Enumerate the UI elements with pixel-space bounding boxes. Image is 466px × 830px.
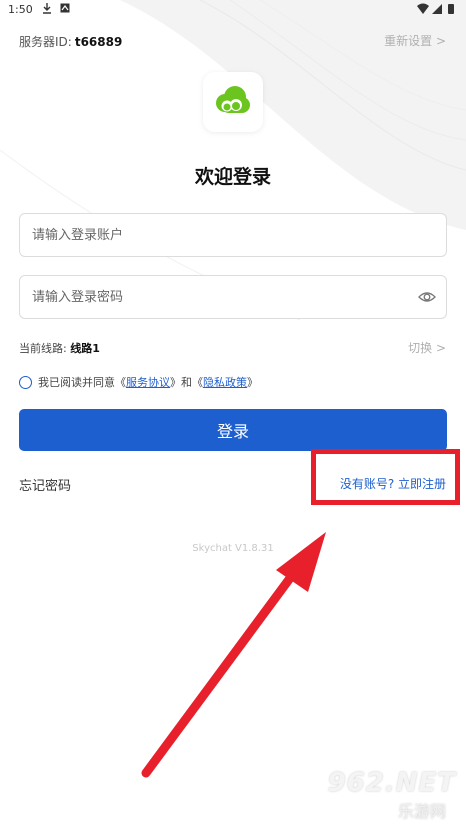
- agree-prefix: 我已阅读并同意《: [38, 376, 126, 389]
- agreement-row: 我已阅读并同意《 服务协议 》和《 隐私政策》: [19, 374, 258, 390]
- password-field[interactable]: [19, 275, 447, 319]
- account-field[interactable]: [19, 213, 447, 257]
- current-line-row: 当前线路: 线路1: [19, 340, 100, 356]
- password-input[interactable]: [20, 276, 380, 318]
- current-line-label: 当前线路:: [19, 342, 67, 355]
- system-status-icons: [416, 3, 460, 15]
- download-icon: [42, 3, 52, 17]
- server-id-row: 服务器ID: t66889: [19, 33, 122, 50]
- login-button[interactable]: 登录: [19, 409, 447, 451]
- server-id-label: 服务器ID:: [19, 35, 72, 49]
- app-logo: [203, 72, 263, 132]
- forgot-password-link[interactable]: 忘记密码: [19, 475, 71, 494]
- watermark-brand: 962.NET: [327, 768, 456, 798]
- signal-icon: [432, 4, 442, 14]
- reset-server-link[interactable]: 重新设置 >: [384, 32, 446, 49]
- status-bar: 1:50: [0, 0, 466, 20]
- watermark-url: 乐游网: [397, 802, 446, 821]
- current-line-value: 线路1: [70, 342, 100, 355]
- account-input[interactable]: [20, 214, 380, 256]
- eye-icon[interactable]: [418, 289, 436, 305]
- switch-line-link[interactable]: 切换 >: [408, 339, 446, 356]
- version-text: Skychat V1.8.31: [192, 543, 274, 554]
- cloud-icon: [216, 86, 250, 113]
- status-time: 1:50: [8, 3, 33, 16]
- server-id-value: t66889: [74, 35, 123, 49]
- register-link[interactable]: 没有账号? 立即注册: [340, 475, 446, 492]
- agree-radio[interactable]: [19, 375, 32, 389]
- page-title: 欢迎登录: [194, 166, 271, 188]
- notification-icon: [60, 3, 70, 16]
- battery-icon: [448, 4, 454, 14]
- agree-mid: 》和《: [170, 376, 203, 389]
- wifi-icon: [417, 3, 429, 14]
- agree-suffix: 》: [247, 376, 258, 389]
- terms-link[interactable]: 服务协议: [126, 374, 170, 390]
- privacy-link[interactable]: 隐私政策: [203, 374, 247, 390]
